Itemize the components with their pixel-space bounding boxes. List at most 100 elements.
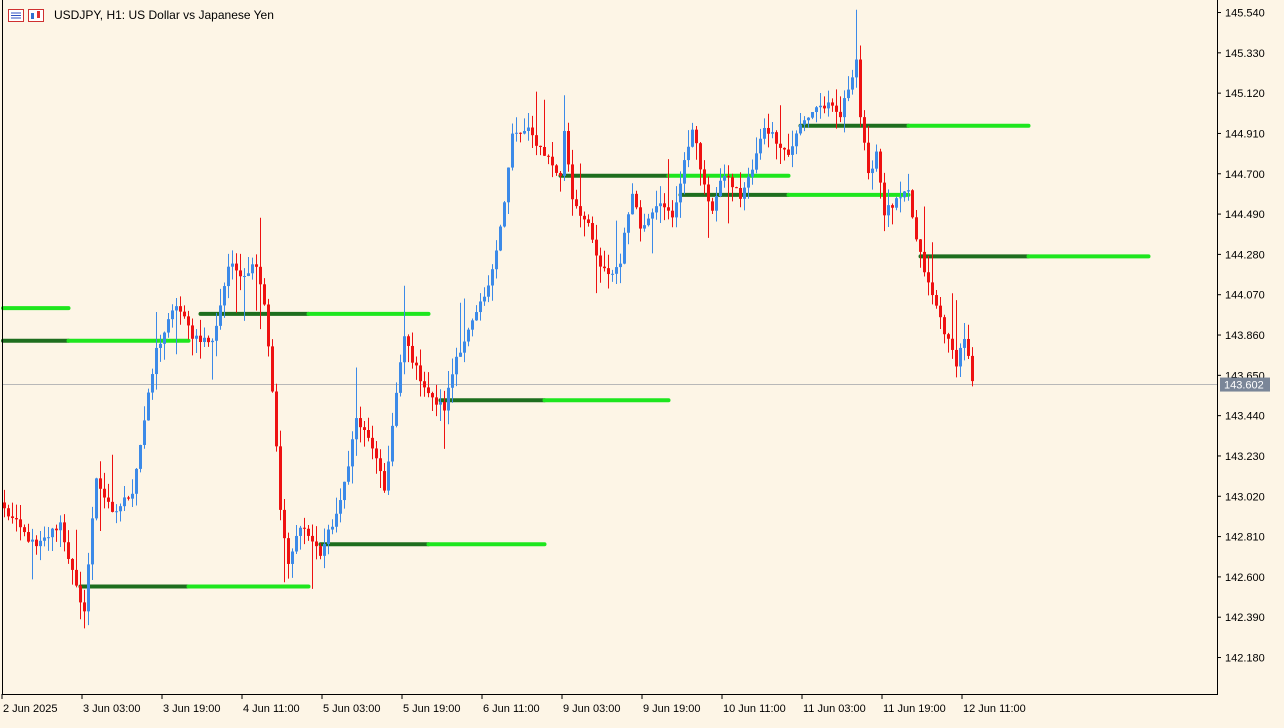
x-tick-label: 3 Jun 19:00 [163,703,221,715]
candle-bear [579,206,582,216]
candle-bull [851,77,854,90]
candle-bear [375,448,378,459]
candle-bear [519,132,522,134]
candle-bear [939,305,942,318]
candle-bull [619,263,622,268]
candle-bear [35,539,38,547]
y-tick-label: 143.860 [1225,330,1265,342]
y-tick-label: 144.910 [1225,128,1265,140]
candle-bear [431,393,434,398]
candle-bull [475,312,478,321]
candle-bull [623,232,626,264]
candle-bear [383,471,386,491]
candle-bull [451,374,454,388]
candle-bear [583,215,586,220]
y-tick-label: 145.540 [1225,8,1265,20]
candle-bear [19,519,22,528]
candle-bull [683,160,686,184]
y-tick-label: 144.700 [1225,169,1265,181]
candle-bull [39,540,42,547]
candle-bear [879,151,882,183]
list-icon[interactable] [8,8,24,22]
candle-bear [183,311,186,317]
candle-bear [775,132,778,144]
candle-bear [823,105,826,109]
candle-bull [795,133,798,147]
candle-bull [219,305,222,326]
candle-bear [943,317,946,335]
candle-bull [687,146,690,161]
candle-bear [415,362,418,366]
chart-icon[interactable] [28,8,44,22]
candle-bull [895,198,898,208]
candle-bear [931,282,934,296]
candle-bull [631,193,634,215]
candle-bull [295,535,298,552]
candle-bull [507,167,510,203]
candle-bull [247,273,250,276]
candle-bear [11,516,14,519]
chart-header: USDJPY, H1: US Dollar vs Japanese Yen [8,6,274,24]
candle-bull [759,138,762,154]
chart-window[interactable]: 145.540 145.330 145.120 144.910 144.700 144.4… [0,0,1284,723]
candle-bull [115,511,118,513]
candle-bull [43,537,46,541]
candle-bull [291,551,294,564]
candle-bear [599,255,602,267]
candle-bull [47,537,50,539]
candle-bear [951,338,954,350]
x-tick-label: 11 Jun 19:00 [883,703,946,715]
candle-bull [399,362,402,393]
candle-bear [863,117,866,143]
price-chart[interactable]: 145.540 145.330 145.120 144.910 144.700 144.4… [0,0,1284,723]
y-tick-label: 143.230 [1225,451,1265,463]
x-tick-label: 3 Jun 03:00 [83,703,141,715]
candle-bull [723,176,726,181]
candle-bear [83,602,86,612]
candle-bear [411,345,414,363]
candle-bear [283,509,286,539]
x-tick-label: 9 Jun 03:00 [563,703,621,715]
candle-bull [647,218,650,226]
candle-bull [615,267,618,274]
candle-bull [811,112,814,118]
y-tick-label: 144.280 [1225,249,1265,261]
candle-bull [847,89,850,99]
candle-bull [243,275,246,277]
candle-bear [703,169,706,185]
candle-bear [695,129,698,144]
candle-bull [147,392,150,421]
y-tick-label: 142.810 [1225,532,1265,544]
candle-bear [71,558,74,570]
candle-bear [667,207,670,211]
candle-bear [547,155,550,157]
candle-bear [75,569,78,586]
candle-bull [479,301,482,313]
candle-bull [327,529,330,544]
candle-bear [543,146,546,156]
candle-bear [3,502,6,509]
candle-bear [671,210,674,218]
candle-bear [551,156,554,166]
candle-bear [179,306,182,312]
candle-bear [199,335,202,343]
candle-bull [523,131,526,134]
y-tick-label: 145.120 [1225,88,1265,100]
candle-bull [223,286,226,306]
candle-bull [395,392,398,426]
candle-bull [143,420,146,445]
candle-bull [807,117,810,121]
candle-bull [195,335,198,339]
candle-bear [379,458,382,472]
candle-bull [227,266,230,287]
candle-bull [843,98,846,118]
candle-bull [467,329,470,342]
candle-bear [831,102,834,106]
x-tick-label: 11 Jun 03:00 [803,703,866,715]
candle-bull [131,493,134,499]
y-tick-label: 143.020 [1225,491,1265,503]
candle-bear [531,127,534,136]
candle-bear [891,205,894,208]
candle-bear [923,251,926,273]
candle-bull [203,337,206,343]
